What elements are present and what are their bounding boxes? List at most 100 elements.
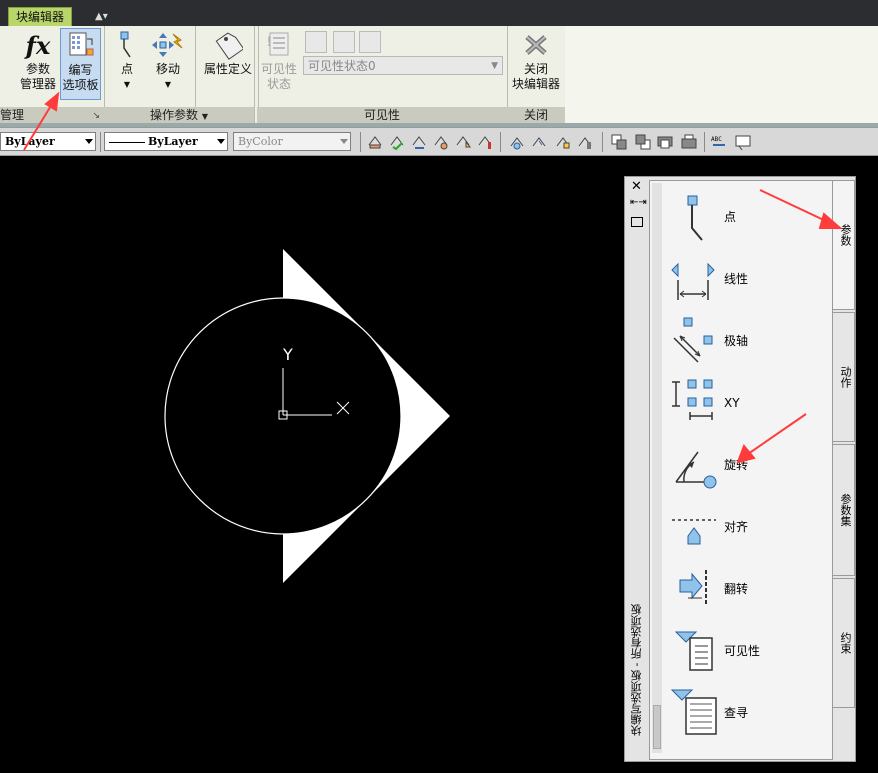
palette-scroll-thumb[interactable] bbox=[653, 705, 661, 749]
visibility-state-button[interactable]: ! 可见性 状态 bbox=[259, 28, 299, 92]
tab-parameter-sets-label: 参数集 bbox=[839, 493, 852, 527]
panel-operation-params-title[interactable]: 操作参数 ▼ bbox=[104, 107, 254, 123]
visibility-state-icon: ! bbox=[259, 28, 299, 62]
alignment-param-icon bbox=[668, 500, 720, 552]
close-icon[interactable]: ✕ bbox=[631, 179, 642, 194]
ribbon-empty-area bbox=[565, 26, 878, 123]
palette-tool-label: XY bbox=[724, 396, 740, 410]
palette-tool-polar[interactable]: 极轴 bbox=[666, 312, 830, 370]
palette-tool-xy[interactable]: XY bbox=[666, 374, 830, 432]
visibility-state-label: 可见性 状态 bbox=[260, 62, 297, 91]
layer-combo[interactable]: ByLayer bbox=[0, 132, 96, 151]
lookup-param-icon bbox=[668, 686, 720, 738]
layer-combo-value: ByLayer bbox=[5, 135, 55, 148]
constraint-tool-4-icon[interactable] bbox=[576, 133, 594, 151]
attribute-definition-button[interactable]: 属性定义 bbox=[202, 28, 254, 77]
bedit-tool-4-icon[interactable] bbox=[432, 133, 450, 151]
constraint-tool-3-icon[interactable] bbox=[554, 133, 572, 151]
autohide-icon[interactable]: ⇤⇥ bbox=[630, 197, 647, 208]
constraint-tool-1-icon[interactable] bbox=[508, 133, 526, 151]
palette-tool-alignment[interactable]: 对齐 bbox=[666, 498, 830, 556]
title-strip bbox=[0, 0, 878, 26]
chevron-down-icon bbox=[217, 139, 225, 144]
properties-icon[interactable] bbox=[631, 217, 643, 227]
tab-parameters-label: 参数 bbox=[839, 223, 852, 246]
visibility-state-combo-value: 可见性状态0 bbox=[308, 59, 376, 73]
palette-tool-visibility[interactable]: 可见性 bbox=[666, 622, 830, 680]
constraint-tool-2-icon[interactable] bbox=[530, 133, 548, 151]
point-param-icon bbox=[112, 28, 142, 62]
chevron-down-icon: ▼ bbox=[201, 112, 208, 121]
bedit-tool-6-icon[interactable] bbox=[476, 133, 494, 151]
palette-tool-linear[interactable]: 线性 bbox=[666, 250, 830, 308]
draworder-1-icon[interactable] bbox=[610, 133, 628, 151]
text-frame-icon[interactable] bbox=[734, 133, 752, 151]
visibility-mode-icon[interactable] bbox=[359, 31, 381, 53]
linetype-combo-value: ByLayer bbox=[148, 135, 198, 148]
palette-tool-point[interactable]: 点 bbox=[666, 188, 830, 246]
close-icon bbox=[509, 28, 563, 62]
draworder-4-icon[interactable] bbox=[680, 133, 698, 151]
separator bbox=[500, 132, 501, 152]
line-sample bbox=[109, 141, 145, 143]
palette-tool-flip[interactable]: 翻转 bbox=[666, 560, 830, 618]
palette-tool-label: 查寻 bbox=[724, 706, 749, 720]
quick-access-dropdown[interactable]: ▲▾ bbox=[95, 10, 121, 23]
palette-scrollbar[interactable] bbox=[652, 183, 662, 753]
panel-manage-title: 管理 bbox=[0, 107, 104, 123]
polar-param-icon bbox=[668, 314, 720, 366]
bedit-tool-1-icon[interactable] bbox=[366, 133, 384, 151]
palette-title-text: 块编写选项板 - 所有选项板 bbox=[630, 604, 643, 736]
palette-tool-lookup[interactable]: 查寻 bbox=[666, 684, 830, 742]
panel-operation-params-label: 操作参数 bbox=[150, 108, 199, 122]
text-edit-icon[interactable]: ABC bbox=[710, 133, 728, 151]
close-block-editor-button[interactable]: 关闭 块编辑器 bbox=[509, 28, 563, 92]
bedit-tool-5-icon[interactable] bbox=[454, 133, 472, 151]
attribute-tag-icon bbox=[202, 28, 254, 62]
xy-param-icon bbox=[668, 376, 720, 428]
move-dropdown-icon: ▼ bbox=[164, 80, 172, 89]
point-button[interactable]: 点 ▼ bbox=[112, 28, 142, 92]
palette-tool-label: 线性 bbox=[724, 272, 749, 286]
circle-shape bbox=[164, 297, 402, 535]
rotation-param-icon bbox=[668, 438, 720, 490]
move-action-icon bbox=[148, 28, 188, 62]
param-manager-button[interactable]: fx 参数 管理器 bbox=[17, 28, 59, 92]
tab-parameters[interactable]: 参数 bbox=[833, 180, 855, 310]
param-manager-label: 参数 管理器 bbox=[19, 62, 56, 91]
tab-constraints[interactable]: 约束 bbox=[833, 578, 855, 708]
close-block-editor-label: 关闭 块编辑器 bbox=[511, 62, 560, 91]
tab-actions-label: 动作 bbox=[839, 366, 852, 388]
move-button[interactable]: 移动 ▼ bbox=[148, 28, 188, 92]
show-objects-icon[interactable] bbox=[333, 31, 355, 53]
palette-tool-label: 旋转 bbox=[724, 458, 749, 472]
bedit-tool-2-icon[interactable] bbox=[388, 133, 406, 151]
color-combo[interactable]: ByColor bbox=[233, 132, 351, 151]
palette-tool-label: 可见性 bbox=[724, 644, 761, 658]
visibility-state-combo[interactable]: 可见性状态0 ▼ bbox=[303, 56, 503, 75]
panel-visibility-title: 可见性 bbox=[257, 107, 507, 123]
svg-text:ABC: ABC bbox=[711, 136, 722, 143]
hide-objects-icon[interactable] bbox=[305, 31, 327, 53]
color-combo-value: ByColor bbox=[238, 135, 283, 148]
bedit-tool-3-icon[interactable] bbox=[410, 133, 428, 151]
panel-close: 关闭 块编辑器 关闭 bbox=[507, 26, 566, 123]
svg-text:!: ! bbox=[267, 33, 272, 49]
palette-tool-label: 点 bbox=[724, 210, 737, 224]
ribbon: fx 参数 管理器 编写 选项板 管理 ↘ 点 ▼ 移动 ▼ 操作参数 ▼ 属性… bbox=[0, 26, 566, 124]
linetype-combo[interactable]: ByLayer bbox=[104, 132, 228, 151]
tab-constraints-label: 约束 bbox=[839, 632, 852, 654]
palette-tool-rotation[interactable]: 旋转 bbox=[666, 436, 830, 494]
flip-param-icon bbox=[668, 562, 720, 614]
ribbon-tab-block-editor[interactable]: 块编辑器 bbox=[8, 7, 72, 26]
tab-parameter-sets[interactable]: 参数集 bbox=[833, 444, 855, 576]
tab-actions[interactable]: 动作 bbox=[833, 312, 855, 442]
drawing-canvas[interactable]: Y bbox=[0, 157, 620, 773]
chevron-down-icon bbox=[85, 139, 93, 144]
draworder-2-icon[interactable] bbox=[634, 133, 652, 151]
author-palette-button[interactable]: 编写 选项板 bbox=[60, 28, 101, 100]
panel-launcher-icon[interactable]: ↘ bbox=[92, 111, 100, 121]
separator bbox=[602, 132, 603, 152]
palette-tool-label: 极轴 bbox=[724, 334, 749, 348]
draworder-3-icon[interactable] bbox=[656, 133, 674, 151]
